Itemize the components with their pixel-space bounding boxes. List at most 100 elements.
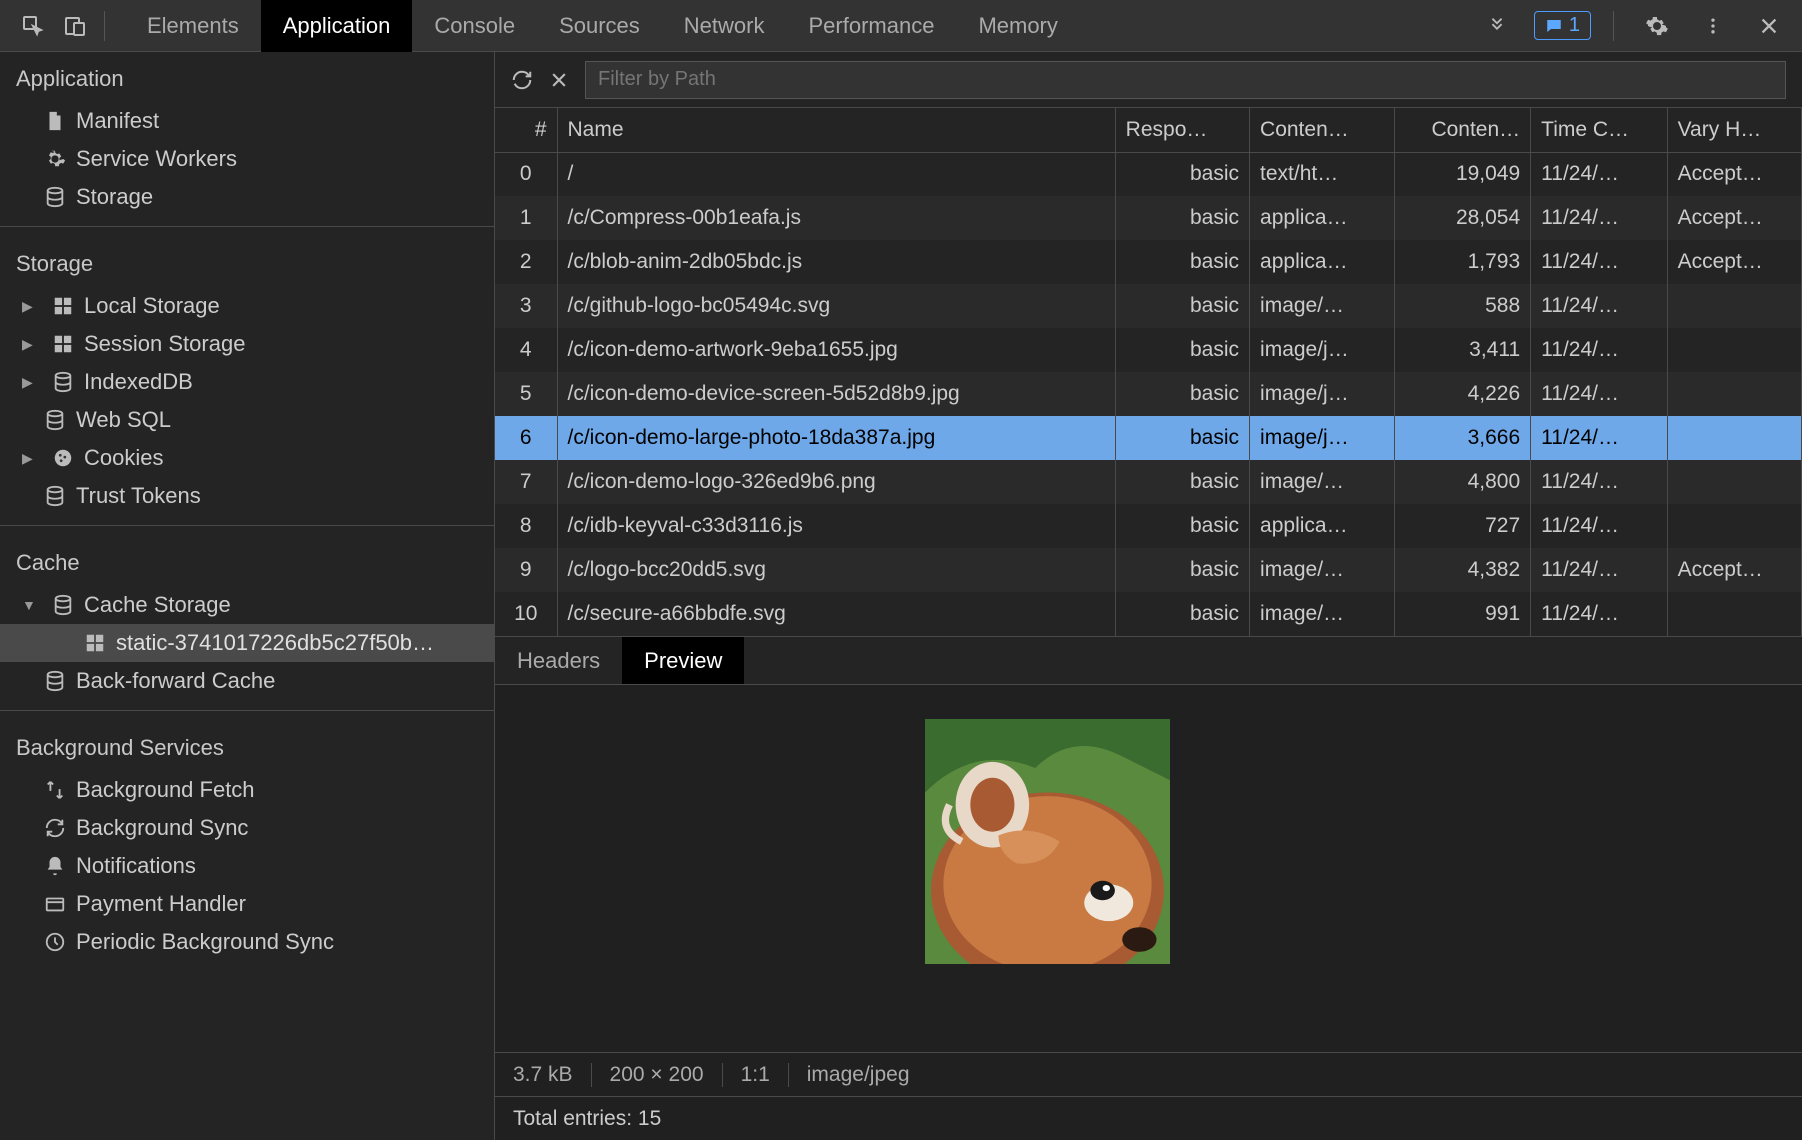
close-icon[interactable] (1754, 11, 1784, 41)
cell-response: basic (1115, 548, 1249, 592)
tab-performance[interactable]: Performance (786, 0, 956, 52)
preview-image (925, 719, 1170, 964)
sidebar-item[interactable]: ▶Cookies (0, 439, 494, 477)
sidebar-item-label: Background Sync (76, 815, 248, 841)
status-zoom: 1:1 (723, 1063, 789, 1087)
table-row[interactable]: 7/c/icon-demo-logo-326ed9b6.pngbasicimag… (495, 460, 1802, 504)
sidebar-item[interactable]: static-3741017226db5c27f50b… (0, 624, 494, 662)
column-header[interactable]: Name (557, 108, 1115, 152)
cell-content-length: 991 (1394, 592, 1530, 636)
sidebar-item[interactable]: Background Sync (0, 809, 494, 847)
sidebar-item[interactable]: Manifest (0, 102, 494, 140)
cell-content-type: image/… (1250, 548, 1395, 592)
cell-time: 11/24/… (1531, 592, 1667, 636)
detail-tab-preview[interactable]: Preview (622, 637, 744, 684)
table-row[interactable]: 5/c/icon-demo-device-screen-5d52d8b9.jpg… (495, 372, 1802, 416)
table-row[interactable]: 8/c/idb-keyval-c33d3116.jsbasicapplica…7… (495, 504, 1802, 548)
column-header[interactable]: Vary H… (1667, 108, 1801, 152)
tab-network[interactable]: Network (662, 0, 787, 52)
column-header[interactable]: Respo… (1115, 108, 1249, 152)
cell-idx: 3 (495, 284, 557, 328)
cell-vary (1667, 504, 1801, 548)
sidebar-item[interactable]: Back-forward Cache (0, 662, 494, 700)
inspect-icon[interactable] (18, 11, 48, 41)
chevron-right-icon: ▶ (22, 374, 36, 391)
sidebar-item[interactable]: ▶IndexedDB (0, 363, 494, 401)
column-header[interactable]: Time C… (1531, 108, 1667, 152)
clear-button[interactable] (549, 70, 569, 90)
bell-icon (44, 855, 66, 877)
section-title: Application (0, 52, 494, 102)
cell-name: / (557, 152, 1115, 196)
sidebar-item[interactable]: Trust Tokens (0, 477, 494, 515)
filter-input[interactable] (585, 61, 1786, 99)
sidebar: Application Manifest Service WorkersStorag… (0, 52, 495, 1140)
sidebar-item-label: Background Fetch (76, 777, 255, 803)
tab-memory[interactable]: Memory (956, 0, 1079, 52)
settings-icon[interactable] (1642, 11, 1672, 41)
table-row[interactable]: 0/basictext/ht…19,04911/24/…Accept… (495, 152, 1802, 196)
grid-icon (52, 333, 74, 355)
table-row[interactable]: 2/c/blob-anim-2db05bdc.jsbasicapplica…1,… (495, 240, 1802, 284)
file-icon (44, 110, 66, 132)
cell-idx: 6 (495, 416, 557, 460)
sidebar-item-label: Web SQL (76, 407, 171, 433)
sidebar-item[interactable]: Web SQL (0, 401, 494, 439)
cell-content-length: 4,382 (1394, 548, 1530, 592)
cell-time: 11/24/… (1531, 460, 1667, 504)
cell-response: basic (1115, 328, 1249, 372)
chevron-right-icon: ▶ (22, 450, 36, 467)
column-header[interactable]: Conten… (1250, 108, 1395, 152)
kebab-icon[interactable] (1698, 11, 1728, 41)
refresh-button[interactable] (511, 69, 533, 91)
cell-content-length: 4,800 (1394, 460, 1530, 504)
table-row[interactable]: 9/c/logo-bcc20dd5.svgbasicimage/…4,38211… (495, 548, 1802, 592)
more-tabs-icon[interactable] (1482, 11, 1512, 41)
tab-application[interactable]: Application (261, 0, 413, 52)
sidebar-item[interactable]: Periodic Background Sync (0, 923, 494, 961)
sidebar-item[interactable]: Storage (0, 178, 494, 216)
tab-elements[interactable]: Elements (125, 0, 261, 52)
cell-vary (1667, 284, 1801, 328)
sidebar-item[interactable]: Background Fetch (0, 771, 494, 809)
cell-idx: 10 (495, 592, 557, 636)
cell-response: basic (1115, 416, 1249, 460)
sidebar-item-label: Payment Handler (76, 891, 246, 917)
column-header[interactable]: # (495, 108, 557, 152)
cell-content-length: 19,049 (1394, 152, 1530, 196)
detail-tab-headers[interactable]: Headers (495, 637, 622, 684)
tab-console[interactable]: Console (412, 0, 537, 52)
device-toggle-icon[interactable] (60, 11, 90, 41)
database-icon (52, 371, 74, 393)
cell-idx: 7 (495, 460, 557, 504)
table-row[interactable]: 3/c/github-logo-bc05494c.svgbasicimage/…… (495, 284, 1802, 328)
database-icon (44, 670, 66, 692)
sidebar-item[interactable]: ▼Cache Storage (0, 586, 494, 624)
table-row[interactable]: 1/c/Compress-00b1eafa.jsbasicapplica…28,… (495, 196, 1802, 240)
column-header[interactable]: Conten… (1394, 108, 1530, 152)
cell-vary (1667, 592, 1801, 636)
cookie-icon (52, 447, 74, 469)
sidebar-item[interactable]: Payment Handler (0, 885, 494, 923)
sidebar-item-label: Cache Storage (84, 592, 231, 618)
sidebar-item-label: Manifest (76, 108, 159, 134)
cache-table: #NameRespo…Conten…Conten…Time C…Vary H… … (495, 108, 1802, 637)
cell-content-type: image/j… (1250, 372, 1395, 416)
footer-count: 15 (638, 1107, 661, 1131)
main-panel: #NameRespo…Conten…Conten…Time C…Vary H… … (495, 52, 1802, 1140)
sidebar-item[interactable]: ▶Local Storage (0, 287, 494, 325)
table-row[interactable]: 10/c/secure-a66bbdfe.svgbasicimage/…9911… (495, 592, 1802, 636)
detail-tabs: HeadersPreview (495, 637, 1802, 685)
sidebar-item[interactable]: Notifications (0, 847, 494, 885)
cell-vary: Accept… (1667, 152, 1801, 196)
toolbar-right: 1 (1522, 11, 1802, 41)
tab-sources[interactable]: Sources (537, 0, 662, 52)
table-row[interactable]: 6/c/icon-demo-large-photo-18da387a.jpgba… (495, 416, 1802, 460)
sidebar-item-label: Trust Tokens (76, 483, 201, 509)
table-row[interactable]: 4/c/icon-demo-artwork-9eba1655.jpgbasici… (495, 328, 1802, 372)
cell-time: 11/24/… (1531, 372, 1667, 416)
sidebar-item[interactable]: ▶Session Storage (0, 325, 494, 363)
issues-badge[interactable]: 1 (1534, 11, 1591, 40)
sidebar-item[interactable]: Service Workers (0, 140, 494, 178)
cell-response: basic (1115, 240, 1249, 284)
